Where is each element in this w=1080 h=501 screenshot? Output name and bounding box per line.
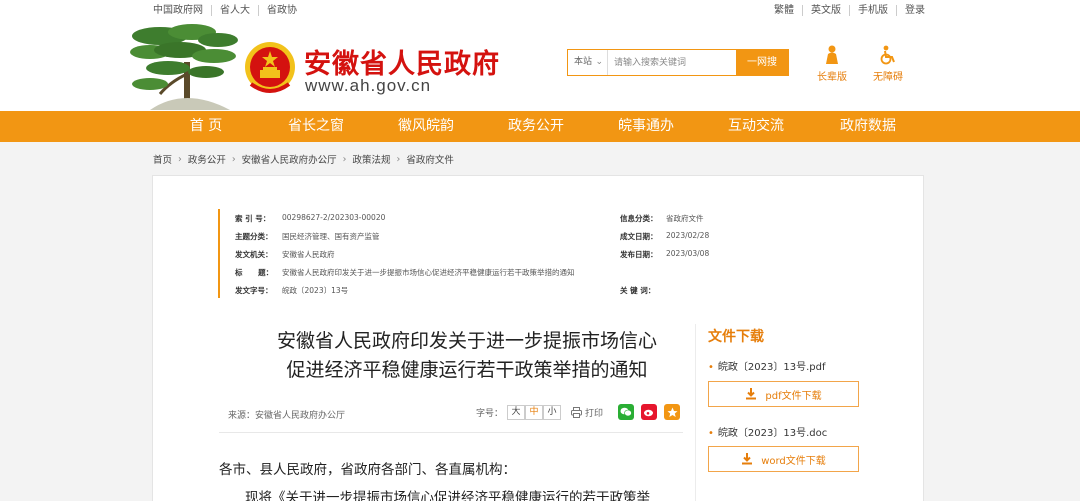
chevron-down-icon: ⌄ — [595, 57, 603, 67]
breadcrumb: 首页 › 政务公开 › 安徽省人民政府办公厅 › 政策法规 › 省政府文件 — [153, 152, 454, 167]
weibo-icon — [644, 409, 653, 417]
breadcrumb-office[interactable]: 安徽省人民政府办公厅 — [242, 152, 337, 166]
article-title-line-1: 安徽省人民政府印发关于进一步提振市场信心 — [276, 330, 657, 352]
print-button[interactable]: 打印 — [571, 406, 603, 419]
meta-published: 发布日期： 2023/03/08 — [620, 249, 710, 259]
pine-tree-logo — [130, 24, 238, 110]
download-icon — [746, 388, 757, 400]
link-mobile[interactable]: 手机版 — [849, 5, 896, 16]
title-divider — [219, 432, 683, 433]
nav-home[interactable]: 首 页 — [158, 111, 254, 142]
nav-governor[interactable]: 省长之窗 — [268, 111, 364, 142]
word-download-button[interactable]: word文件下载 — [708, 446, 859, 472]
nav-culture[interactable]: 徽风皖韵 — [378, 111, 474, 142]
favorite-button[interactable] — [664, 404, 680, 420]
article-title-line-2: 促进经济平稳健康运行若干政策举措的通知 — [286, 359, 648, 381]
word-download-label: word文件下载 — [761, 455, 826, 467]
font-size-medium[interactable]: 中 — [525, 405, 544, 420]
printer-icon — [571, 407, 583, 418]
search-input[interactable] — [608, 50, 736, 75]
search-scope-label: 本站 — [574, 57, 593, 67]
site-domain: www.ah.gov.cn — [305, 76, 432, 95]
search-scope-select[interactable]: 本站 ⌄ — [568, 50, 608, 75]
font-size-large[interactable]: 大 — [507, 405, 526, 420]
search-box: 本站 ⌄ 一网搜 — [567, 49, 789, 76]
article-title: 安徽省人民政府印发关于进一步提振市场信心 促进经济平稳健康运行若干政策举措的通知 — [219, 327, 715, 385]
breadcrumb-separator: › — [178, 153, 182, 165]
breadcrumb-docs[interactable]: 省政府文件 — [406, 152, 454, 166]
link-traditional[interactable]: 繁體 — [774, 5, 802, 16]
meta-category: 信息分类： 省政府文件 — [620, 214, 704, 223]
meta-docno: 发文字号： 皖政〔2023〕13号 — [235, 286, 349, 295]
breadcrumb-policy[interactable]: 政策法规 — [352, 152, 390, 166]
download-heading: 文件下载 — [708, 329, 764, 345]
breadcrumb-separator: › — [396, 153, 401, 165]
meta-issuer: 发文机关： 安徽省人民政府 — [235, 250, 335, 259]
document-metadata: 索 引 号： 00298627-2/202303-00020 信息分类： 省政府… — [218, 209, 724, 298]
download-sidebar: 文件下载 • 皖政〔2023〕13号.pdf pdf文件下载 • 皖政〔2023〕1… — [708, 326, 868, 472]
article-source: 来源：安徽省人民政府办公厅 — [228, 411, 346, 421]
meta-title: 标 题： 安徽省人民政府印发关于进一步提振市场信心促进经济平稳健康运行若干政策举… — [235, 268, 575, 277]
accessibility-label: 无障碍 — [873, 72, 903, 83]
top-link-bar: 中国政府网 省人大 省政协 繁體 英文版 手机版 登录 — [0, 0, 1080, 22]
pdf-download-button[interactable]: pdf文件下载 — [708, 381, 859, 407]
article-salutation: 各市、县人民政府，省政府各部门、各直属机构： — [219, 462, 516, 478]
font-size-label: 字号： — [476, 409, 504, 419]
bullet-icon: • — [708, 362, 714, 373]
meta-index: 索 引 号： 00298627-2/202303-00020 — [235, 213, 386, 223]
content-panel: 索 引 号： 00298627-2/202303-00020 信息分类： 省政府… — [152, 175, 924, 501]
meta-topic: 主题分类： 国民经济管理、国有资产监管 — [235, 232, 380, 241]
download-icon — [742, 453, 753, 465]
nav-interaction[interactable]: 互动交流 — [708, 111, 804, 142]
accessibility-button[interactable]: 无障碍 — [866, 44, 910, 83]
nav-gov-affairs[interactable]: 政务公开 — [488, 111, 584, 142]
top-links-right: 繁體 英文版 手机版 登录 — [774, 5, 925, 16]
breadcrumb-separator: › — [231, 153, 236, 165]
meta-keywords: 关 键 词： — [620, 286, 656, 295]
download-file-doc: • 皖政〔2023〕13号.doc — [708, 428, 828, 439]
search-button[interactable]: 一网搜 — [736, 50, 788, 75]
breadcrumb-home[interactable]: 首页 — [153, 152, 172, 166]
top-links-left: 中国政府网 省人大 省政协 — [153, 5, 305, 16]
site-header: 安徽省人民政府 www.ah.gov.cn 本站 ⌄ 一网搜 长辈版 无障碍 — [0, 22, 1080, 111]
download-file-pdf: • 皖政〔2023〕13号.pdf — [708, 362, 826, 373]
main-nav: 首 页 省长之窗 徽风皖韵 政务公开 皖事通办 互动交流 政府数据 — [0, 111, 1080, 142]
font-size-small[interactable]: 小 — [543, 405, 562, 420]
link-login[interactable]: 登录 — [896, 5, 925, 16]
national-emblem — [245, 42, 295, 93]
link-english[interactable]: 英文版 — [802, 5, 849, 16]
pdf-download-label: pdf文件下载 — [765, 390, 822, 402]
bullet-icon: • — [708, 428, 714, 439]
link-cppcc[interactable]: 省政协 — [258, 5, 305, 16]
nav-gov-data[interactable]: 政府数据 — [820, 111, 916, 142]
link-gov-cn[interactable]: 中国政府网 — [153, 5, 211, 16]
elder-icon — [826, 45, 838, 64]
meta-created: 成文日期： 2023/02/28 — [620, 231, 710, 241]
elder-mode-button[interactable]: 长辈版 — [810, 44, 854, 83]
article-body-start: 现将《关于进一步提振市场信心促进经济平稳健康运行的若干政策举 — [245, 490, 650, 501]
font-size-controls: 字号： 大 中 小 打印 — [476, 405, 603, 420]
nav-services[interactable]: 皖事通办 — [598, 111, 694, 142]
elder-mode-label: 长辈版 — [817, 72, 847, 83]
link-npc[interactable]: 省人大 — [211, 5, 258, 16]
share-wechat-button[interactable] — [618, 404, 634, 420]
print-label: 打印 — [585, 409, 604, 419]
breadcrumb-separator: › — [342, 153, 347, 165]
share-weibo-button[interactable] — [641, 404, 657, 420]
star-icon — [667, 407, 677, 417]
sidebar-divider — [695, 324, 696, 501]
wechat-icon — [620, 407, 632, 417]
breadcrumb-gov-affairs[interactable]: 政务公开 — [188, 152, 226, 166]
wheelchair-icon — [880, 45, 895, 65]
